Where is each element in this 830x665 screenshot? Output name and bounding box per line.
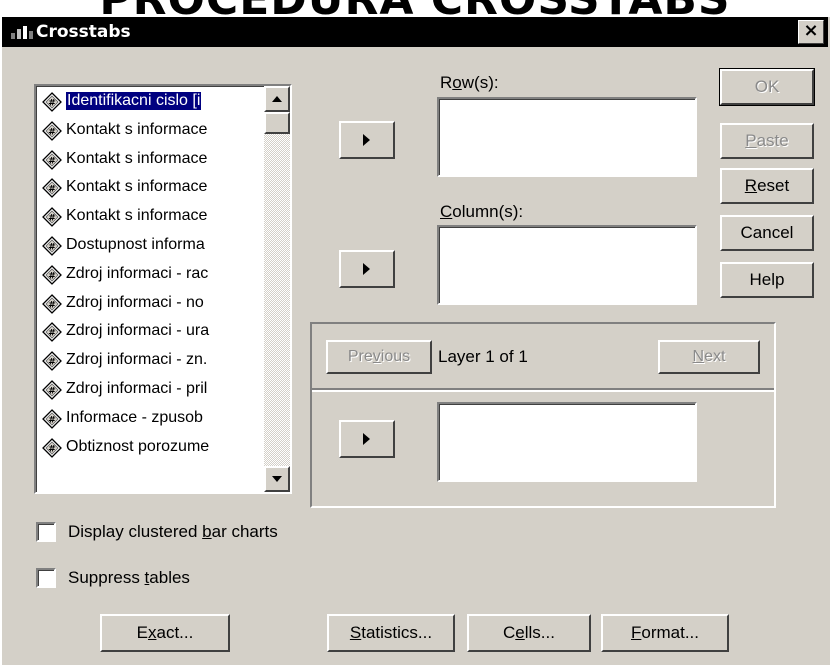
variable-label: Kontakt s informace (66, 149, 208, 167)
move-to-columns-button[interactable] (339, 250, 395, 288)
svg-text:#: # (48, 271, 56, 281)
scale-variable-icon: # (42, 380, 62, 400)
spss-app-icon (11, 26, 33, 39)
list-item[interactable]: # Zdroj informaci - no (40, 291, 262, 317)
scale-variable-icon: # (42, 351, 62, 372)
arrow-up-icon (272, 96, 282, 102)
svg-text:#: # (48, 415, 56, 425)
layer-divider (312, 388, 774, 392)
scale-variable-icon: # (42, 120, 62, 141)
scale-variable-icon: # (42, 293, 62, 314)
scale-variable-icon: # (42, 149, 62, 170)
variable-list-scrollbar[interactable] (264, 86, 290, 492)
variable-label: Zdroj informaci - zn. (66, 351, 208, 369)
variable-label: Zdroj informaci - rac (66, 264, 209, 282)
variable-label: Zdroj informaci - pril (66, 380, 208, 397)
variable-label: Obtiznost porozume (66, 437, 210, 455)
cancel-button[interactable]: Cancel (720, 215, 814, 251)
svg-text:#: # (48, 99, 56, 109)
rows-list[interactable] (437, 97, 697, 177)
previous-layer-button[interactable]: Previous (326, 340, 432, 374)
window-title: Crosstabs (36, 22, 131, 42)
suppress-tables-label: Suppress tables (68, 568, 190, 587)
layer-list[interactable] (437, 402, 697, 482)
arrow-right-icon (363, 433, 370, 445)
svg-text:#: # (48, 156, 56, 166)
columns-list[interactable] (437, 225, 697, 305)
variable-label: Kontakt s informace (66, 178, 208, 196)
scroll-thumb[interactable] (264, 112, 290, 134)
svg-text:#: # (48, 300, 56, 310)
statistics-button[interactable]: Statistics... (327, 614, 455, 652)
list-item[interactable]: # Obtiznost porozume (40, 435, 262, 461)
ok-button[interactable]: OK (719, 68, 815, 106)
scale-variable-icon: # (42, 178, 62, 199)
list-item[interactable]: # Informace - zpusob (40, 406, 262, 432)
exact-button[interactable]: Exact... (100, 614, 230, 652)
next-layer-button[interactable]: Next (658, 340, 760, 374)
svg-text:#: # (48, 243, 56, 253)
svg-text:#: # (48, 214, 56, 224)
clustered-bar-charts-checkbox[interactable] (36, 522, 56, 542)
scale-variable-icon: # (42, 207, 62, 228)
arrow-right-icon (363, 134, 370, 146)
reset-button[interactable]: Reset (720, 168, 814, 204)
list-item[interactable]: # Kontakt s informace (40, 118, 262, 144)
format-button[interactable]: Format... (601, 614, 729, 652)
crosstabs-dialog: Crosstabs × # Identifikacni cislo [i # Kont… (0, 15, 830, 665)
scale-variable-icon: # (42, 408, 62, 429)
scale-variable-icon: # (42, 264, 62, 285)
list-item[interactable]: # Zdroj informaci - ura (40, 319, 262, 345)
scroll-down-button[interactable] (264, 466, 290, 492)
move-to-layer-button[interactable] (339, 420, 395, 458)
variable-label: Dostupnost informa (66, 236, 205, 253)
arrow-down-icon (272, 476, 282, 482)
move-to-rows-button[interactable] (339, 121, 395, 159)
variable-label: Identifikacni cislo [i (64, 91, 203, 111)
help-button[interactable]: Help (720, 262, 814, 298)
layer-status: Layer 1 of 1 (438, 347, 528, 366)
rows-label: Row(s): (440, 73, 499, 92)
close-icon: × (803, 20, 819, 41)
svg-text:#: # (48, 185, 56, 195)
svg-text:#: # (48, 358, 56, 368)
list-item[interactable]: # Zdroj informaci - rac (40, 262, 262, 288)
svg-text:#: # (48, 387, 56, 397)
cells-button[interactable]: Cells... (467, 614, 591, 652)
title-bar[interactable]: Crosstabs × (2, 17, 828, 47)
list-item[interactable]: # Kontakt s informace (40, 204, 262, 230)
list-item[interactable]: # Zdroj informaci - pril (40, 377, 262, 403)
scale-variable-icon: # (42, 322, 62, 343)
scroll-up-button[interactable] (264, 86, 290, 112)
list-item[interactable]: # Identifikacni cislo [i (40, 89, 262, 115)
variable-label: Kontakt s informace (66, 207, 208, 225)
scale-variable-icon: # (42, 236, 62, 256)
clustered-bar-charts-label: Display clustered bar charts (68, 522, 278, 541)
suppress-tables-checkbox[interactable] (36, 568, 56, 588)
columns-label: Column(s): (440, 202, 524, 221)
list-item[interactable]: # Zdroj informaci - zn. (40, 348, 262, 374)
svg-text:#: # (48, 127, 56, 137)
scale-variable-icon: # (42, 437, 62, 458)
close-button[interactable]: × (798, 20, 824, 44)
variable-list[interactable]: # Identifikacni cislo [i # Kontakt s inform… (34, 84, 292, 494)
variable-label: Kontakt s informace (66, 120, 208, 138)
list-item[interactable]: # Dostupnost informa (40, 233, 262, 259)
list-item[interactable]: # Kontakt s informace (40, 147, 262, 173)
svg-text:#: # (48, 444, 56, 454)
paste-button[interactable]: Paste (720, 123, 814, 159)
variable-label: Zdroj informaci - no (66, 293, 204, 311)
list-item[interactable]: # Kontakt s informace (40, 175, 262, 201)
arrow-right-icon (363, 263, 370, 275)
layer-group: Previous Layer 1 of 1 Next (310, 322, 776, 508)
scale-variable-icon: # (42, 92, 62, 112)
variable-label: Informace - zpusob (66, 408, 203, 426)
variable-label: Zdroj informaci - ura (66, 322, 210, 340)
svg-text:#: # (48, 329, 56, 339)
